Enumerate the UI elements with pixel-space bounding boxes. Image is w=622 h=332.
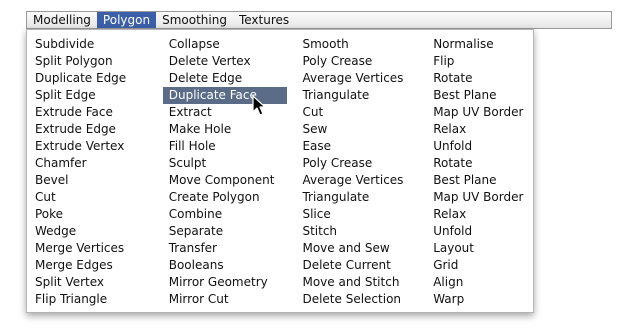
- polygon-dropdown-menu: Subdivide Split Polygon Duplicate Edge Spli…: [26, 29, 534, 313]
- menu-item-warp[interactable]: Warp: [427, 291, 533, 308]
- menu-column-2: Collapse Delete Vertex Delete Edge Duplicat…: [162, 36, 303, 312]
- menu-item-best-plane[interactable]: Best Plane: [427, 172, 533, 189]
- menu-smoothing[interactable]: Smoothing: [156, 12, 233, 28]
- menu-item-move-and-sew[interactable]: Move and Sew: [296, 240, 433, 257]
- menu-item-fill-hole[interactable]: Fill Hole: [163, 138, 303, 155]
- menu-item-separate[interactable]: Separate: [163, 223, 303, 240]
- menu-item-extrude-vertex[interactable]: Extrude Vertex: [29, 138, 169, 155]
- menu-item-relax[interactable]: Relax: [427, 121, 533, 138]
- menu-item-stitch[interactable]: Stitch: [296, 223, 433, 240]
- menu-item-combine[interactable]: Combine: [163, 206, 303, 223]
- menu-column-4: Normalise Flip Rotate Best Plane Map UV Bord…: [433, 36, 533, 312]
- arrow-cursor-icon: [252, 95, 266, 116]
- menu-item-best-plane[interactable]: Best Plane: [427, 87, 533, 104]
- menu-item-delete-edge[interactable]: Delete Edge: [163, 70, 303, 87]
- menu-item-subdivide[interactable]: Subdivide: [29, 36, 169, 53]
- menu-item-unfold[interactable]: Unfold: [427, 138, 533, 155]
- menu-item-sew[interactable]: Sew: [296, 121, 433, 138]
- menu-item-split-edge[interactable]: Split Edge: [29, 87, 169, 104]
- menu-item-extract[interactable]: Extract: [163, 104, 303, 121]
- menu-item-triangulate[interactable]: Triangulate: [296, 189, 433, 206]
- menu-item-align[interactable]: Align: [427, 274, 533, 291]
- menu-item-poke[interactable]: Poke: [29, 206, 169, 223]
- menu-item-split-vertex[interactable]: Split Vertex: [29, 274, 169, 291]
- menu-item-normalise[interactable]: Normalise: [427, 36, 533, 53]
- menu-item-move-component[interactable]: Move Component: [163, 172, 303, 189]
- menu-item-delete-selection[interactable]: Delete Selection: [296, 291, 433, 308]
- menu-item-average-vertices[interactable]: Average Vertices: [296, 172, 433, 189]
- menu-item-transfer[interactable]: Transfer: [163, 240, 303, 257]
- menu-item-split-polygon[interactable]: Split Polygon: [29, 53, 169, 70]
- menu-item-map-uv-border[interactable]: Map UV Border: [427, 189, 533, 206]
- menu-item-bevel[interactable]: Bevel: [29, 172, 169, 189]
- menu-item-poly-crease[interactable]: Poly Crease: [296, 53, 433, 70]
- menu-item-delete-vertex[interactable]: Delete Vertex: [163, 53, 303, 70]
- menu-item-merge-vertices[interactable]: Merge Vertices: [29, 240, 169, 257]
- menu-bar: Modelling Polygon Smoothing Textures: [26, 11, 612, 29]
- menu-item-extrude-edge[interactable]: Extrude Edge: [29, 121, 169, 138]
- menu-item-cut[interactable]: Cut: [29, 189, 169, 206]
- menu-item-collapse[interactable]: Collapse: [163, 36, 303, 53]
- menu-item-sculpt[interactable]: Sculpt: [163, 155, 303, 172]
- menu-item-chamfer[interactable]: Chamfer: [29, 155, 169, 172]
- menu-item-make-hole[interactable]: Make Hole: [163, 121, 303, 138]
- menu-item-booleans[interactable]: Booleans: [163, 257, 303, 274]
- menu-item-create-polygon[interactable]: Create Polygon: [163, 189, 303, 206]
- menu-item-merge-edges[interactable]: Merge Edges: [29, 257, 169, 274]
- menu-item-ease[interactable]: Ease: [296, 138, 433, 155]
- menu-textures[interactable]: Textures: [233, 12, 295, 28]
- menu-polygon[interactable]: Polygon: [96, 12, 157, 28]
- menu-item-move-and-stitch[interactable]: Move and Stitch: [296, 274, 433, 291]
- menu-item-grid[interactable]: Grid: [427, 257, 533, 274]
- menu-item-relax[interactable]: Relax: [427, 206, 533, 223]
- menu-item-smooth[interactable]: Smooth: [296, 36, 433, 53]
- menu-item-wedge[interactable]: Wedge: [29, 223, 169, 240]
- menu-item-extrude-face[interactable]: Extrude Face: [29, 104, 169, 121]
- menu-item-duplicate-face[interactable]: Duplicate Face: [162, 87, 287, 104]
- menu-column-1: Subdivide Split Polygon Duplicate Edge Spli…: [27, 36, 169, 312]
- menu-item-cut[interactable]: Cut: [296, 104, 433, 121]
- menu-item-duplicate-edge[interactable]: Duplicate Edge: [29, 70, 169, 87]
- menu-item-poly-crease[interactable]: Poly Crease: [296, 155, 433, 172]
- menu-item-mirror-cut[interactable]: Mirror Cut: [163, 291, 303, 308]
- menu-item-delete-current[interactable]: Delete Current: [296, 257, 433, 274]
- menu-item-map-uv-border[interactable]: Map UV Border: [427, 104, 533, 121]
- menu-item-rotate[interactable]: Rotate: [427, 70, 533, 87]
- menu-column-3: Smooth Poly Crease Average Vertices Triangu…: [302, 36, 433, 312]
- menu-item-mirror-geometry[interactable]: Mirror Geometry: [163, 274, 303, 291]
- menu-item-rotate[interactable]: Rotate: [427, 155, 533, 172]
- menu-item-flip-triangle[interactable]: Flip Triangle: [29, 291, 169, 308]
- menu-item-average-vertices[interactable]: Average Vertices: [296, 70, 433, 87]
- menu-item-slice[interactable]: Slice: [296, 206, 433, 223]
- menu-item-unfold[interactable]: Unfold: [427, 223, 533, 240]
- menu-item-flip[interactable]: Flip: [427, 53, 533, 70]
- menu-item-triangulate[interactable]: Triangulate: [296, 87, 433, 104]
- menu-item-layout[interactable]: Layout: [427, 240, 533, 257]
- menu-modelling[interactable]: Modelling: [27, 12, 97, 28]
